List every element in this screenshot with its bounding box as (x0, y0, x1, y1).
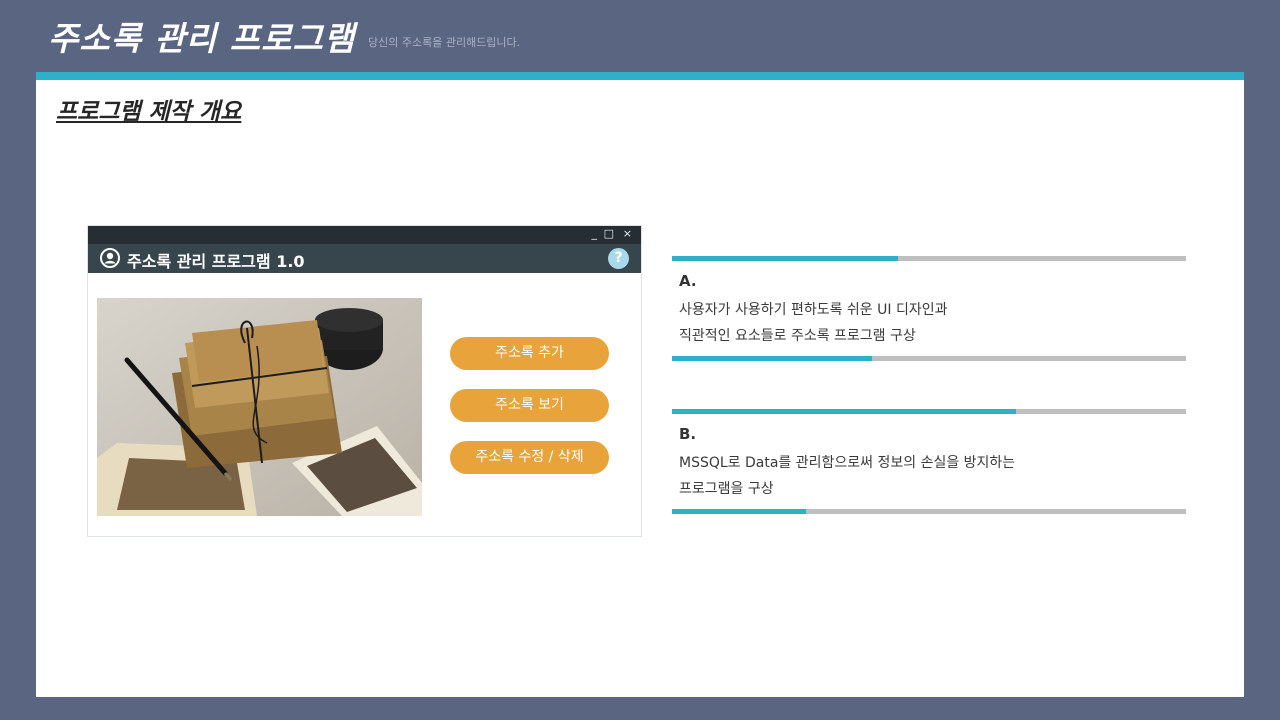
progress-bar-b-bottom (672, 509, 1186, 514)
progress-bar-b-top (672, 409, 1186, 414)
section-title: 프로그램 제작 개요 (56, 99, 242, 125)
user-icon (100, 248, 120, 268)
slide-panel: 프로그램 제작 개요 _ □ × 주소록 관리 프로그램 1.0 ? 주소록 추… (36, 72, 1244, 697)
letters-photo (97, 298, 422, 516)
progress-fill (672, 409, 1017, 414)
app-title: 주소록 관리 프로그램 1.0 (127, 252, 305, 271)
info-text-a-line2: 직관적인 요소들로 주소록 프로그램 구상 (679, 328, 916, 344)
progress-bar-a-top (672, 256, 1186, 261)
info-label-b: B. (679, 425, 697, 443)
progress-bar-a-bottom (672, 356, 1186, 361)
progress-fill (672, 356, 873, 361)
help-icon[interactable]: ? (608, 248, 629, 269)
view-address-button[interactable]: 주소록 보기 (450, 389, 609, 422)
add-address-button[interactable]: 주소록 추가 (450, 337, 609, 370)
info-label-a: A. (679, 272, 697, 290)
progress-fill (672, 256, 899, 261)
info-text-b-line2: 프로그램을 구상 (679, 481, 774, 497)
window-titlebar: _ □ × (88, 226, 641, 244)
maximize-icon[interactable]: □ (604, 227, 614, 241)
info-text-b-line1: MSSQL로 Data를 관리함으로써 정보의 손실을 방지하는 (679, 455, 1016, 471)
page-subtitle: 당신의 주소록을 관리해드립니다. (368, 36, 521, 49)
minimize-icon[interactable]: _ (592, 227, 598, 241)
close-icon[interactable]: × (623, 227, 632, 241)
edit-delete-address-button[interactable]: 주소록 수정 / 삭제 (450, 441, 609, 474)
app-header: 주소록 관리 프로그램 1.0 ? (88, 244, 641, 273)
accent-bar (36, 72, 1244, 80)
info-text-a-line1: 사용자가 사용하기 편하도록 쉬운 UI 디자인과 (679, 302, 948, 318)
page-title: 주소록 관리 프로그램 (48, 19, 356, 58)
app-window: _ □ × 주소록 관리 프로그램 1.0 ? 주소록 추가 주소록 보기 주소… (87, 225, 642, 537)
progress-fill (672, 509, 806, 514)
